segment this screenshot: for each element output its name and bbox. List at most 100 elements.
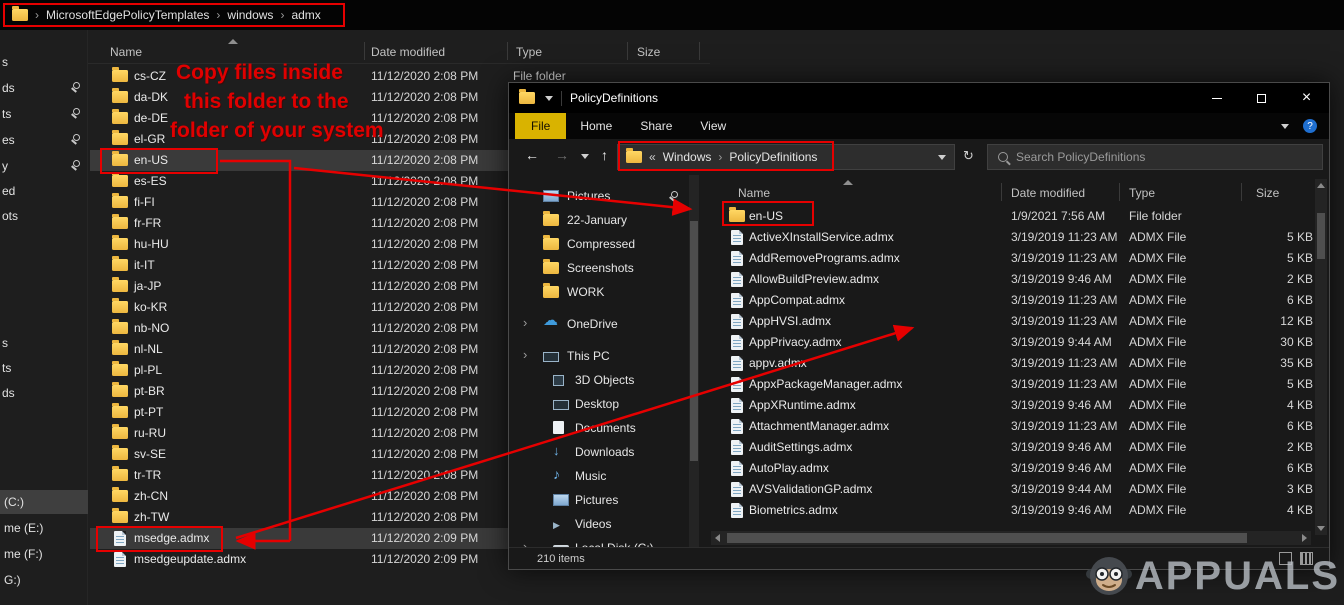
file-row-pt-br[interactable]: pt-BR11/12/2020 2:08 PM [90, 381, 508, 402]
scrollbar-thumb[interactable] [690, 221, 698, 461]
help-icon[interactable] [1303, 119, 1317, 133]
nav-item-22-january[interactable]: 22-January [509, 209, 687, 233]
nav-item-work[interactable]: WORK [509, 281, 687, 305]
vertical-scrollbar[interactable] [1315, 179, 1327, 535]
scroll-left-icon[interactable] [715, 534, 720, 542]
nav-item-this-pc[interactable]: ›This PC [509, 345, 687, 369]
sidebar-item[interactable]: ts [0, 358, 88, 380]
file-row-appprivacy-admx[interactable]: AppPrivacy.admx3/19/2019 9:44 AMADMX Fil… [713, 332, 1325, 353]
sidebar-drive[interactable]: (C:) [0, 490, 88, 514]
file-row-attachmentmanager-admx[interactable]: AttachmentManager.admx3/19/2019 11:23 AM… [713, 416, 1325, 437]
file-row-nl-nl[interactable]: nl-NL11/12/2020 2:08 PM [90, 339, 508, 360]
column-divider[interactable] [507, 42, 508, 60]
tab-share[interactable]: Share [626, 113, 686, 139]
column-header-name[interactable]: Name [738, 186, 770, 200]
nav-item-downloads[interactable]: ↓Downloads [509, 441, 687, 465]
refresh-button[interactable]: ↻ [963, 149, 974, 162]
column-header-size[interactable]: Size [637, 45, 660, 59]
sidebar-drive[interactable]: me (E:) [0, 516, 88, 540]
sidebar-drive[interactable]: G:) [0, 568, 88, 592]
minimize-button[interactable] [1194, 83, 1239, 113]
search-input[interactable] [1016, 150, 1312, 164]
nav-item-onedrive[interactable]: ›☁OneDrive [509, 313, 687, 337]
file-row-en-us[interactable]: en-US1/9/2021 7:56 AMFile folder [713, 206, 1325, 227]
collapsed-path-icon[interactable]: « [649, 150, 656, 164]
recent-locations-chevron-icon[interactable] [581, 154, 589, 159]
file-row-fr-fr[interactable]: fr-FR11/12/2020 2:08 PM [90, 213, 508, 234]
file-row-es-es[interactable]: es-ES11/12/2020 2:08 PM [90, 171, 508, 192]
column-divider[interactable] [1241, 183, 1242, 201]
scroll-right-icon[interactable] [1302, 534, 1307, 542]
file-row-el-gr[interactable]: el-GR11/12/2020 2:08 PM [90, 129, 508, 150]
sidebar-item[interactable]: es [0, 130, 88, 152]
file-row-hu-hu[interactable]: hu-HU11/12/2020 2:08 PM [90, 234, 508, 255]
column-divider[interactable] [364, 42, 365, 60]
breadcrumb-segment[interactable]: admx [291, 8, 320, 22]
nav-item-compressed[interactable]: Compressed [509, 233, 687, 257]
column-header-size[interactable]: Size [1256, 186, 1279, 200]
file-row-it-it[interactable]: it-IT11/12/2020 2:08 PM [90, 255, 508, 276]
close-button[interactable] [1284, 83, 1329, 113]
scrollbar-thumb[interactable] [1317, 213, 1325, 259]
nav-item-screenshots[interactable]: Screenshots [509, 257, 687, 281]
file-row-apphvsi-admx[interactable]: AppHVSI.admx3/19/2019 11:23 AMADMX File1… [713, 311, 1325, 332]
nav-item-documents[interactable]: Documents [509, 417, 687, 441]
file-row-ja-jp[interactable]: ja-JP11/12/2020 2:08 PM [90, 276, 508, 297]
file-row-sv-se[interactable]: sv-SE11/12/2020 2:08 PM [90, 444, 508, 465]
file-row-zh-cn[interactable]: zh-CN11/12/2020 2:08 PM [90, 486, 508, 507]
sidebar-item[interactable]: ts [0, 104, 88, 126]
column-header-date-modified[interactable]: Date modified [1011, 186, 1085, 200]
file-row-auditsettings-admx[interactable]: AuditSettings.admx3/19/2019 9:46 AMADMX … [713, 437, 1325, 458]
column-divider[interactable] [627, 42, 628, 60]
file-row-msedgeupdate-admx[interactable]: msedgeupdate.admx11/12/2020 2:09 PM [90, 549, 508, 570]
file-row-activexinstallservice-admx[interactable]: ActiveXInstallService.admx3/19/2019 11:2… [713, 227, 1325, 248]
quick-access-toolbar-chevron-icon[interactable] [545, 96, 553, 101]
scrollbar-thumb[interactable] [727, 533, 1247, 543]
scroll-down-icon[interactable] [1317, 526, 1325, 531]
sidebar-item[interactable]: y [0, 156, 88, 178]
file-row-tr-tr[interactable]: tr-TR11/12/2020 2:08 PM [90, 465, 508, 486]
sidebar-item[interactable]: ots [0, 206, 88, 228]
sidebar-item[interactable]: ds [0, 383, 88, 405]
file-row-avsvalidationgp-admx[interactable]: AVSValidationGP.admx3/19/2019 9:44 AMADM… [713, 479, 1325, 500]
breadcrumb-segment[interactable]: MicrosoftEdgePolicyTemplates [46, 8, 209, 22]
back-button[interactable]: ← [525, 148, 539, 162]
horizontal-scrollbar[interactable] [711, 531, 1311, 545]
nav-item-pictures[interactable]: Pictures [509, 185, 687, 209]
file-row-nb-no[interactable]: nb-NO11/12/2020 2:08 PM [90, 318, 508, 339]
nav-item-pictures[interactable]: Pictures [509, 489, 687, 513]
sidebar-item[interactable]: s [0, 52, 88, 74]
scroll-up-icon[interactable] [1317, 183, 1325, 188]
search-box[interactable] [987, 144, 1323, 170]
address-bar[interactable]: « Windows PolicyDefinitions [617, 144, 955, 170]
file-row-appxruntime-admx[interactable]: AppXRuntime.admx3/19/2019 9:46 AMADMX Fi… [713, 395, 1325, 416]
nav-item-3d-objects[interactable]: 3D Objects [509, 369, 687, 393]
file-row-ko-kr[interactable]: ko-KR11/12/2020 2:08 PM [90, 297, 508, 318]
tab-file[interactable]: File [515, 113, 566, 139]
file-row-cs-cz[interactable]: cs-CZ11/12/2020 2:08 PMFile folder [90, 66, 508, 87]
file-row-pl-pl[interactable]: pl-PL11/12/2020 2:08 PM [90, 360, 508, 381]
file-row-da-dk[interactable]: da-DK11/12/2020 2:08 PM [90, 87, 508, 108]
maximize-button[interactable] [1239, 83, 1284, 113]
forward-button[interactable]: → [555, 148, 569, 162]
file-row-autoplay-admx[interactable]: AutoPlay.admx3/19/2019 9:46 AMADMX File6… [713, 458, 1325, 479]
nav-item-music[interactable]: ♪Music [509, 465, 687, 489]
column-divider[interactable] [699, 42, 700, 60]
column-divider[interactable] [1001, 183, 1002, 201]
file-row-en-us[interactable]: en-US11/12/2020 2:08 PM [90, 150, 508, 171]
tab-home[interactable]: Home [566, 113, 626, 139]
file-row-zh-tw[interactable]: zh-TW11/12/2020 2:08 PM [90, 507, 508, 528]
nav-item-desktop[interactable]: Desktop [509, 393, 687, 417]
column-header-name[interactable]: Name [110, 45, 142, 59]
address-segment-policydefinitions[interactable]: PolicyDefinitions [729, 150, 817, 164]
expand-ribbon-chevron-icon[interactable] [1281, 124, 1289, 129]
sidebar-item[interactable]: ed [0, 181, 88, 203]
file-row-ru-ru[interactable]: ru-RU11/12/2020 2:08 PM [90, 423, 508, 444]
file-row-allowbuildpreview-admx[interactable]: AllowBuildPreview.admx3/19/2019 9:46 AMA… [713, 269, 1325, 290]
address-segment-windows[interactable]: Windows [663, 150, 712, 164]
nav-item-videos[interactable]: ▶Videos [509, 513, 687, 537]
sidebar-drive[interactable]: me (F:) [0, 542, 88, 566]
sidebar-item[interactable]: ds [0, 78, 88, 100]
file-row-appxpackagemanager-admx[interactable]: AppxPackageManager.admx3/19/2019 11:23 A… [713, 374, 1325, 395]
file-row-msedge-admx[interactable]: msedge.admx11/12/2020 2:09 PM [90, 528, 508, 549]
